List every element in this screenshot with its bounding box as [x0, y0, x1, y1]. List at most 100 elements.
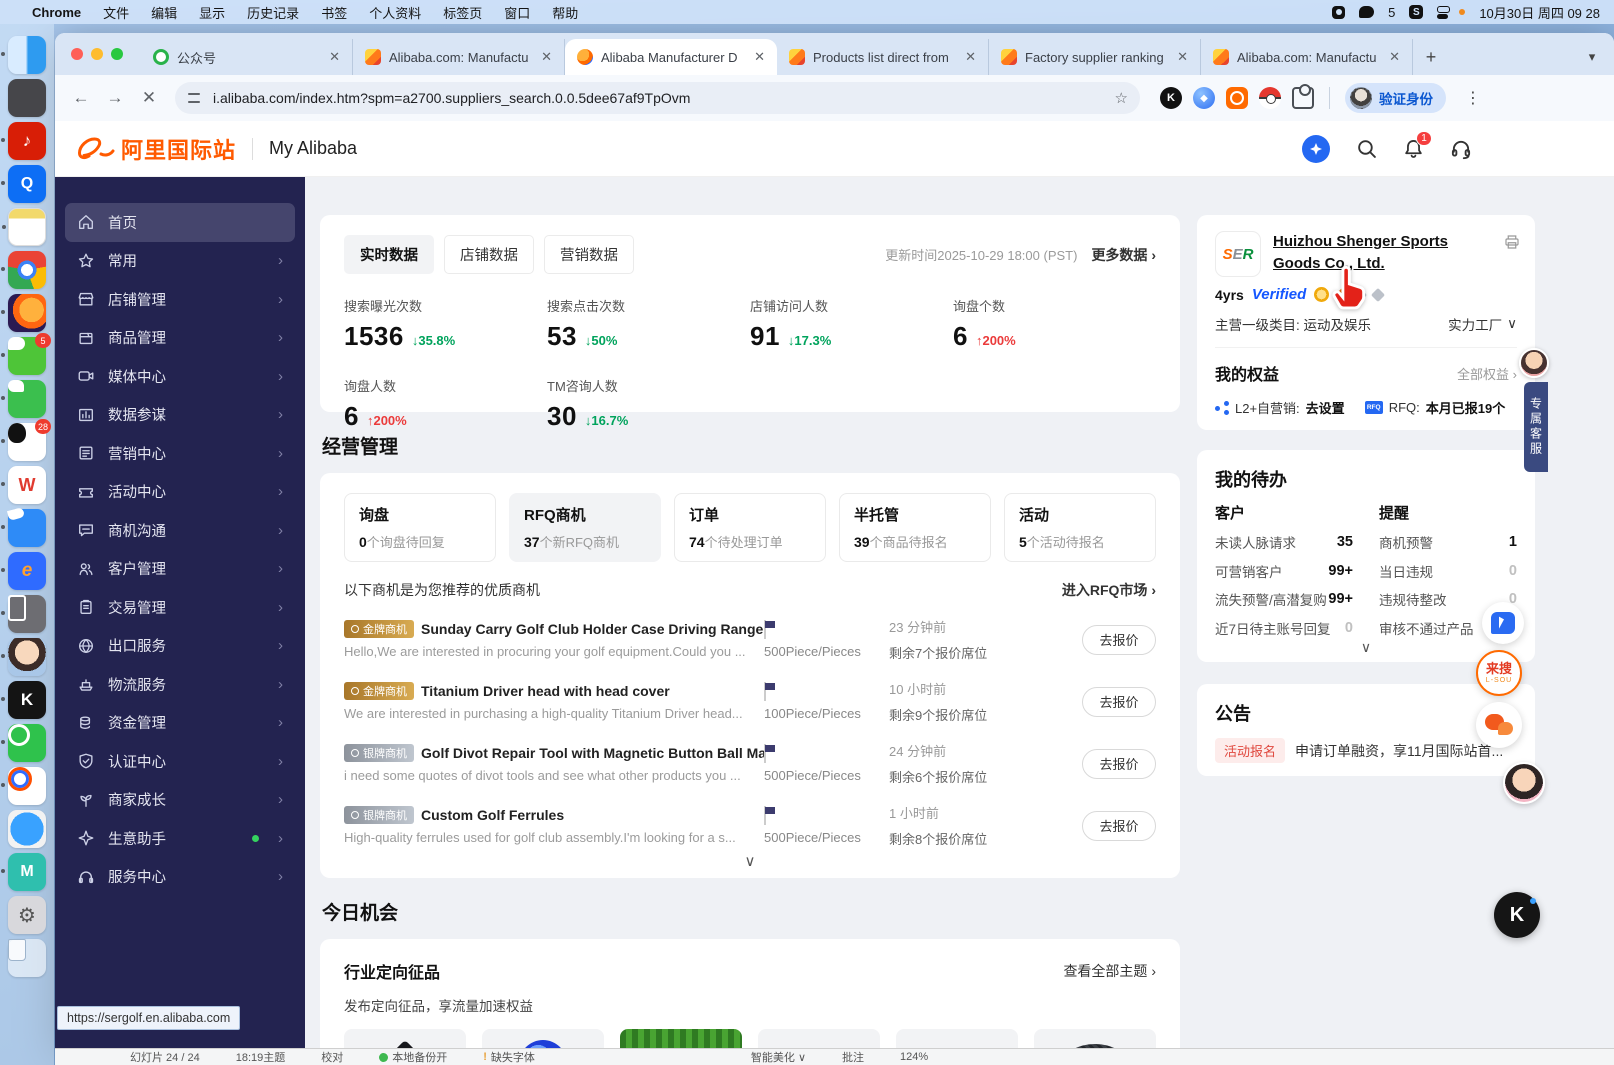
sidebar-item-shop-management[interactable]: 店铺管理 › [65, 280, 295, 319]
local-backup-label[interactable]: 本地备份开 [379, 1049, 447, 1065]
sidebar-item-activity-center[interactable]: 活动中心 › [65, 473, 295, 512]
wechat-float-button[interactable] [1476, 702, 1522, 748]
k-extension-icon[interactable]: K [1160, 87, 1182, 109]
product-thumbnail[interactable] [896, 1029, 1018, 1048]
factory-badge[interactable]: 实力工厂 ∨ [1448, 314, 1517, 334]
zoom-level[interactable]: 124% [900, 1051, 928, 1063]
tab-alibaba-manufacturers-1[interactable]: Alibaba.com: Manufactu ✕ [353, 39, 565, 75]
menu-history[interactable]: 历史记录 [247, 3, 299, 22]
printer-icon[interactable] [1503, 233, 1521, 256]
todo-row[interactable]: 流失预警/高潜复购 99+ [1215, 589, 1353, 609]
address-bar[interactable]: i.alibaba.com/index.htm?spm=a2700.suppli… [175, 82, 1140, 114]
tab-close-icon[interactable]: ✕ [327, 49, 342, 65]
brand-name[interactable]: 阿里国际站 [121, 133, 236, 165]
sidebar-item-business-assistant[interactable]: 生意助手 › [65, 819, 295, 858]
launchpad-dock-icon[interactable] [8, 79, 46, 117]
mini-card-semi-managed[interactable]: 半托管 39个商品待报名 [839, 493, 991, 562]
menu-edit[interactable]: 编辑 [151, 3, 177, 22]
qq-browser-dock-icon[interactable] [1, 165, 46, 203]
todo-row[interactable]: 可营销客户 99+ [1215, 561, 1353, 581]
service-avatar[interactable] [1519, 348, 1549, 378]
qq-dock-icon[interactable]: 28 [1, 419, 51, 461]
lsou-float-button[interactable]: 来搜 L-SOU [1476, 650, 1522, 696]
mail-app-dock-icon[interactable] [1, 853, 46, 891]
menu-profiles[interactable]: 个人资料 [369, 3, 421, 22]
mini-card-inquiries[interactable]: 询盘 0个询盘待回复 [344, 493, 496, 562]
compass-icon[interactable] [1302, 134, 1330, 163]
new-tab-button[interactable]: + [1417, 43, 1445, 71]
smart-beautify-label[interactable]: 智能美化 ∨ [751, 1049, 806, 1065]
product-thumbnail[interactable] [620, 1029, 742, 1048]
product-thumbnail[interactable] [344, 1029, 466, 1048]
k-float-button[interactable]: K [1494, 892, 1540, 938]
company-name-link[interactable]: Huizhou Shenger Sports Goods Co., Ltd. [1273, 231, 1517, 277]
control-center-icon[interactable] [1437, 5, 1453, 19]
wps-dock-icon[interactable] [1, 466, 46, 504]
tab-search-chevron-icon[interactable]: ▾ [1578, 43, 1606, 71]
sidebar-item-marketing-center[interactable]: 营销中心 › [65, 434, 295, 473]
quote-button[interactable]: 去报价 [1082, 810, 1156, 841]
rfq-item-row[interactable]: 银牌商机 Custom Golf Ferrules High-quality f… [344, 803, 1156, 848]
dingtalk-dock-icon[interactable] [1, 509, 46, 547]
rfq-market-link[interactable]: 进入RFQ市场 › [1062, 580, 1156, 600]
rings-app-dock-icon[interactable] [1, 767, 46, 805]
forward-button[interactable]: → [101, 84, 129, 112]
todo-row[interactable]: 当日违规 0 [1379, 561, 1517, 581]
expand-chevron-icon[interactable]: ∨ [1361, 639, 1371, 656]
sidebar-item-product-management[interactable]: 商品管理 › [65, 319, 295, 358]
tab-alibaba-manufacturers-2[interactable]: Alibaba.com: Manufactu ✕ [1201, 39, 1413, 75]
alibaba-supplier-dock-icon[interactable] [1, 552, 46, 590]
rfq-benefit[interactable]: RFQ RFQ: 本月已报19个 [1364, 398, 1505, 417]
maximize-window-button[interactable] [111, 48, 123, 60]
mini-card-orders[interactable]: 订单 74个待处理订单 [674, 493, 826, 562]
sidebar-item-customer-management[interactable]: 客户管理 › [65, 550, 295, 589]
todo-row[interactable]: 近7日待主账号回复 0 [1215, 618, 1353, 638]
k-app-dock-icon[interactable] [1, 681, 46, 719]
announcement-item[interactable]: 活动报名 申请订单融资，享11月国际站首... [1215, 738, 1517, 763]
sidebar-item-favorites[interactable]: 常用 › [65, 242, 295, 281]
orange-extension-icon[interactable] [1226, 87, 1248, 109]
tab-shop-data[interactable]: 店铺数据 [444, 235, 534, 274]
tab-close-icon[interactable]: ✕ [1387, 49, 1402, 65]
menu-file[interactable]: 文件 [103, 3, 129, 22]
sidebar-item-data-advisor[interactable]: 数据参谋 › [65, 396, 295, 435]
menu-window[interactable]: 窗口 [504, 3, 530, 22]
finder-dock-icon[interactable] [1, 36, 46, 74]
l2-marketing-benefit[interactable]: L2+自营销: 去设置 [1215, 398, 1345, 417]
tab-realtime-data[interactable]: 实时数据 [344, 235, 434, 274]
proofread-label[interactable]: 校对 [321, 1049, 343, 1065]
tab-close-icon[interactable]: ✕ [539, 49, 554, 65]
search-icon[interactable] [1356, 138, 1377, 159]
music-app-dock-icon[interactable] [1, 122, 46, 160]
notes-dock-icon[interactable] [2, 208, 46, 246]
tab-gongzhonghao[interactable]: 公众号 ✕ [141, 39, 353, 75]
menu-app-name[interactable]: Chrome [32, 5, 81, 20]
product-thumbnail[interactable] [758, 1029, 880, 1048]
headset-support-icon[interactable] [1450, 138, 1472, 160]
menu-bookmarks[interactable]: 书签 [321, 3, 347, 22]
assistant-avatar-float[interactable] [1503, 762, 1545, 804]
verified-badge[interactable]: Verified [1252, 286, 1306, 303]
product-thumbnail[interactable] [482, 1029, 604, 1048]
profile-chip[interactable]: 验证身份 [1345, 83, 1446, 113]
tab-close-icon[interactable]: ✕ [963, 49, 978, 65]
all-benefits-link[interactable]: 全部权益 › [1457, 364, 1517, 383]
mini-card-rfq[interactable]: RFQ商机 37个新RFQ商机 [509, 493, 661, 562]
bookmark-star-icon[interactable]: ☆ [1115, 89, 1128, 107]
todo-row[interactable]: 商机预警 1 [1379, 532, 1517, 552]
alibaba-logo-icon[interactable] [77, 134, 117, 164]
menu-view[interactable]: 显示 [199, 3, 225, 22]
menu-help[interactable]: 帮助 [552, 3, 578, 22]
tab-marketing-data[interactable]: 营销数据 [544, 235, 634, 274]
minimize-window-button[interactable] [91, 48, 103, 60]
rfq-item-row[interactable]: 金牌商机 Sunday Carry Golf Club Holder Case … [344, 617, 1156, 662]
sidebar-item-business-chat[interactable]: 商机沟通 › [65, 511, 295, 550]
site-settings-icon[interactable] [187, 90, 203, 106]
close-window-button[interactable] [71, 48, 83, 60]
screen-record-icon[interactable] [1332, 5, 1346, 19]
sidebar-item-merchant-growth[interactable]: 商家成长 › [65, 781, 295, 820]
quote-button[interactable]: 去报价 [1082, 624, 1156, 655]
s-status-icon[interactable]: S [1409, 5, 1424, 19]
sidebar-item-service-center[interactable]: 服务中心 › [65, 858, 295, 897]
tab-alibaba-manufacturer-active[interactable]: Alibaba Manufacturer D ✕ [565, 39, 777, 75]
